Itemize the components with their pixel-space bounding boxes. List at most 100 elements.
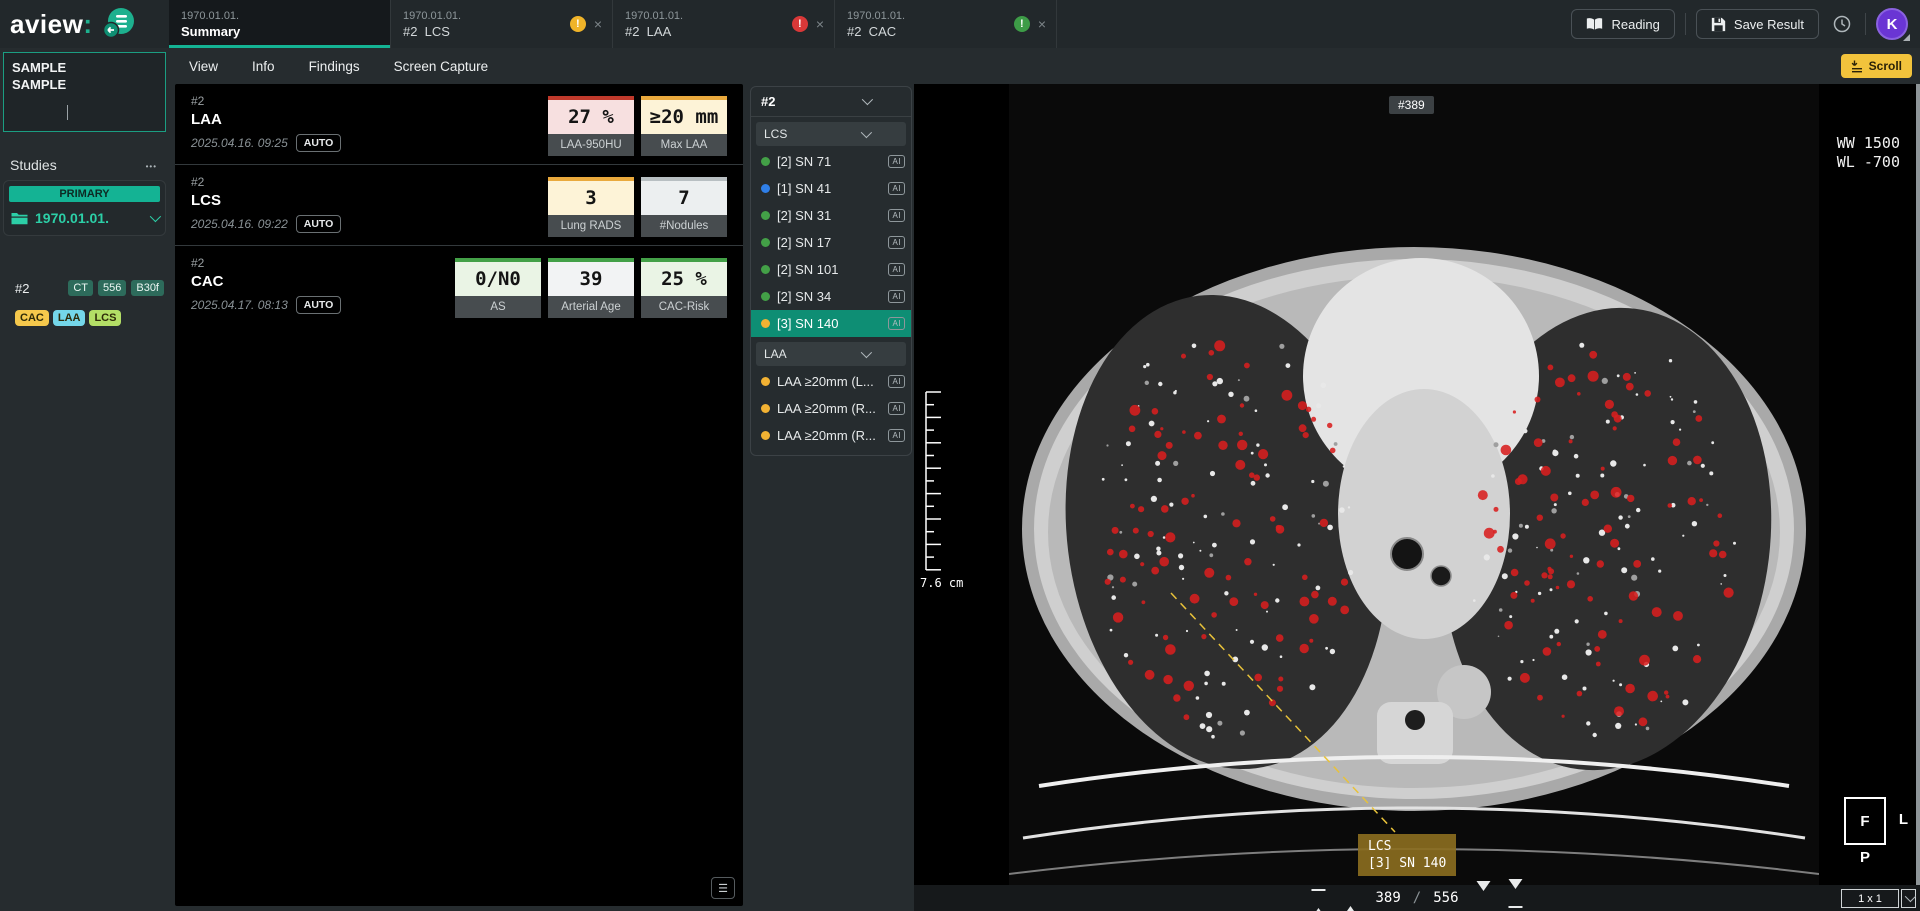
finding-label: [3] SN 140 (777, 316, 839, 331)
ok-status-icon (1013, 16, 1030, 32)
finding-item[interactable]: [2] SN 71 AI (751, 148, 911, 175)
patient-name-line1: SAMPLE (12, 60, 67, 75)
finding-label: [2] SN 101 (777, 262, 839, 277)
close-icon[interactable] (816, 16, 824, 32)
finding-item[interactable]: LAA ≥20mm (R... AI (751, 395, 911, 422)
layout-selector[interactable]: 1 x 1 (1841, 889, 1899, 908)
reading-button[interactable]: Reading (1571, 9, 1675, 39)
chevron-down-icon (1904, 894, 1913, 903)
finding-item[interactable]: LAA ≥20mm (L... AI (751, 368, 911, 395)
study-row[interactable]: 1970.01.01. (9, 202, 160, 230)
patient-info-box[interactable]: SAMPLE SAMPLE (3, 52, 166, 132)
metric-value: 25 % (641, 258, 727, 296)
ai-badge: AI (888, 429, 905, 442)
series-row[interactable]: #2 CT 556 B30f (3, 280, 166, 296)
finding-label: [2] SN 17 (777, 235, 832, 250)
slice-scrollbar[interactable] (1916, 84, 1920, 885)
slice-count-tag: 556 (98, 280, 127, 296)
finding-item-selected[interactable]: [3] SN 140 AI (751, 310, 911, 337)
studies-title: Studies (10, 156, 57, 173)
save-result-button[interactable]: Save Result (1695, 9, 1819, 39)
viewer-toolbar: 389 / 556 1 x 1 (914, 878, 1920, 911)
summary-card-laa[interactable]: #2 LAA 2025.04.16. 09:25 AUTO 27 % LAA-9… (175, 84, 743, 164)
finding-item[interactable]: [2] SN 34 AI (751, 283, 911, 310)
menu-bar: View Info Findings Screen Capture Scroll (169, 48, 1920, 84)
slice-separator: / (1412, 890, 1422, 906)
finding-label: LAA ≥20mm (L... (777, 374, 874, 389)
card-name: LAA (191, 111, 222, 128)
menu-view[interactable]: View (189, 59, 218, 74)
current-slice: 389 (1375, 890, 1401, 906)
tab-summary[interactable]: 1970.01.01. Summary (169, 0, 391, 48)
reading-label: Reading (1611, 16, 1660, 32)
ai-badge: AI (888, 402, 905, 415)
metric-box: 39 Arterial Age (548, 258, 634, 318)
metric-label: Arterial Age (548, 296, 634, 318)
metric-box: 7 #Nodules (641, 177, 727, 237)
save-icon (1711, 17, 1726, 31)
tab-label: Summary (181, 23, 241, 39)
menu-screen-capture[interactable]: Screen Capture (394, 59, 489, 74)
divider (1684, 13, 1686, 35)
folder-icon (11, 213, 28, 225)
logo-text: aview: (10, 8, 93, 39)
ai-badge: AI (888, 236, 905, 249)
tab-laa[interactable]: 1970.01.01. #2 LAA (613, 0, 835, 48)
finding-item[interactable]: LAA ≥20mm (R... AI (751, 422, 911, 449)
layout-dropdown-button[interactable] (1901, 889, 1916, 908)
ai-badge: AI (888, 209, 905, 222)
findings-list-button[interactable] (711, 877, 735, 899)
status-dot-icon (761, 404, 770, 413)
more-options-icon[interactable] (146, 156, 157, 173)
close-icon[interactable] (1038, 16, 1046, 32)
scroll-icon (1851, 60, 1862, 72)
status-dot-icon (761, 377, 770, 386)
first-slice-button[interactable] (1311, 888, 1326, 911)
ct-axial-image[interactable] (1009, 84, 1819, 885)
metric-value: 3 (548, 177, 634, 215)
tab-label: #2 CAC (847, 23, 897, 39)
ct-viewer[interactable]: #389 WW 1500 WL -700 7.6 cm LCS [3] SN 14… (914, 84, 1920, 911)
metric-label: Max LAA (641, 134, 727, 156)
divider (1865, 13, 1866, 35)
ruler-label: 7.6 cm (920, 576, 964, 590)
metric-label: AS (455, 296, 541, 318)
kernel-tag: B30f (131, 280, 164, 296)
metric-label: Lung RADS (548, 215, 634, 237)
menu-info[interactable]: Info (252, 59, 275, 74)
app-window: aview: 1970.01.01. Summary 1970.01.01. #… (0, 0, 1920, 911)
last-slice-button[interactable] (1508, 878, 1523, 908)
metric-value: 0/N0 (455, 258, 541, 296)
chevron-down-icon (831, 350, 898, 359)
user-avatar[interactable]: K (1876, 8, 1910, 41)
history-button[interactable] (1829, 11, 1855, 37)
metric-box: 0/N0 AS (455, 258, 541, 318)
group-select-lcs[interactable]: LCS (756, 122, 906, 146)
group-select-laa[interactable]: LAA (756, 342, 906, 366)
previous-slice-button[interactable] (1343, 890, 1358, 911)
summary-card-lcs[interactable]: #2 LCS 2025.04.16. 09:22 AUTO 3 Lung RAD… (175, 165, 743, 245)
finding-item[interactable]: [1] SN 41 AI (751, 175, 911, 202)
scroll-mode-button[interactable]: Scroll (1840, 54, 1912, 78)
metric-value: 39 (548, 258, 634, 296)
status-dot-icon (761, 184, 770, 193)
lcs-badge: LCS (89, 310, 122, 326)
card-series: #2 (191, 175, 205, 189)
metric-box: 27 % LAA-950HU (548, 96, 634, 156)
summary-card-cac[interactable]: #2 CAC 2025.04.17. 08:13 AUTO 0/N0 AS 39… (175, 246, 743, 326)
laa-badge: LAA (52, 310, 86, 326)
menu-findings[interactable]: Findings (309, 59, 360, 74)
finding-item[interactable]: [2] SN 17 AI (751, 229, 911, 256)
series-selector[interactable]: #2 (751, 87, 911, 117)
card-series: #2 (191, 94, 205, 108)
tab-cac[interactable]: 1970.01.01. #2 CAC (835, 0, 1057, 48)
tab-lcs[interactable]: 1970.01.01. #2 LCS (391, 0, 613, 48)
cac-badge: CAC (15, 310, 49, 326)
card-name: LCS (191, 192, 221, 209)
finding-item[interactable]: [2] SN 31 AI (751, 202, 911, 229)
finding-item[interactable]: [2] SN 101 AI (751, 256, 911, 283)
orientation-front-box: F (1844, 797, 1886, 845)
close-icon[interactable] (594, 16, 602, 32)
book-icon (1587, 17, 1603, 30)
next-slice-button[interactable] (1476, 880, 1491, 906)
